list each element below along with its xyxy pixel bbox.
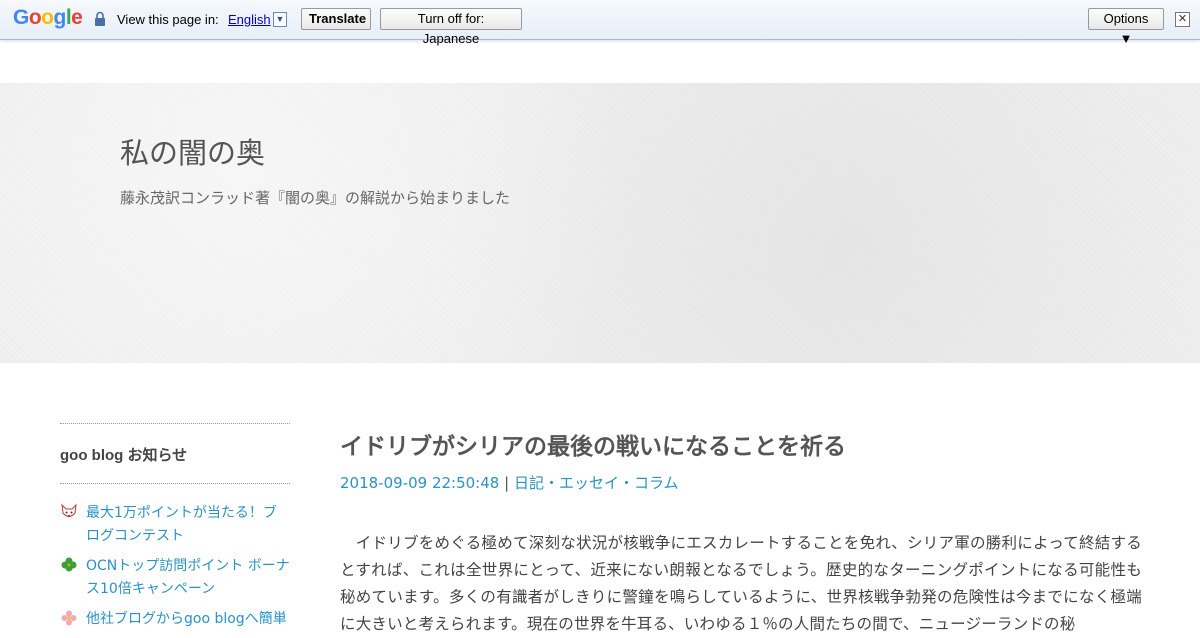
notice-list: 最大1万ポイントが当たる！ブログコンテスト OCNトップ訪問ポイント ボーナス1… bbox=[60, 502, 290, 631]
logo-letter: o bbox=[28, 6, 42, 29]
google-translate-bar: Google View this page in: English ▼ Tran… bbox=[0, 0, 1200, 46]
notice-link-ocn-campaign[interactable]: OCNトップ訪問ポイント ボーナス10倍キャンペーン bbox=[86, 558, 290, 597]
meta-separator: | bbox=[504, 474, 510, 492]
logo-letter: G bbox=[13, 6, 29, 29]
post-title[interactable]: イドリブがシリアの最後の戦いになることを祈る bbox=[340, 427, 1142, 461]
notice-link-blog-contest[interactable]: 最大1万ポイントが当たる！ブログコンテスト bbox=[86, 505, 277, 544]
view-page-label: View this page in: bbox=[117, 12, 219, 27]
logo-letter: o bbox=[41, 6, 54, 29]
blog-header: 私の闇の奥 藤永茂訳コンラッド著『闇の奥』の解説から始まりました bbox=[0, 83, 1200, 363]
lock-icon bbox=[95, 11, 105, 26]
turn-off-translation-button[interactable]: Turn off for: Japanese bbox=[380, 8, 522, 46]
post-category-link[interactable]: 日記・エッセイ・コラム bbox=[514, 474, 679, 492]
blog-description: 藤永茂訳コンラッド著『闇の奥』の解説から始まりました bbox=[120, 189, 511, 207]
close-translate-bar-icon[interactable]: ✕ bbox=[1175, 12, 1190, 27]
post-date-link[interactable]: 2018-09-09 22:50:48 bbox=[340, 474, 499, 492]
post-meta: 2018-09-09 22:50:48 | 日記・エッセイ・コラム bbox=[340, 472, 1142, 493]
sidebar-heading: goo blog お知らせ bbox=[60, 447, 188, 464]
sidebar-divider bbox=[60, 483, 290, 484]
list-item: 最大1万ポイントが当たる！ブログコンテスト bbox=[60, 502, 290, 548]
logo-letter: g bbox=[53, 6, 67, 29]
flower-icon bbox=[61, 610, 77, 626]
list-item: OCNトップ訪問ポイント ボーナス10倍キャンペーン bbox=[60, 555, 290, 601]
clover-icon bbox=[61, 557, 77, 572]
options-button[interactable]: Options ▼ bbox=[1088, 8, 1164, 46]
google-logo: Google bbox=[13, 6, 83, 30]
list-item: 他社ブログからgoo blogへ簡単 bbox=[60, 608, 290, 631]
notice-link-blog-migration[interactable]: 他社ブログからgoo blogへ簡単 bbox=[86, 611, 287, 627]
language-dropdown-arrow-icon[interactable]: ▼ bbox=[273, 12, 287, 27]
fox-icon bbox=[61, 503, 77, 517]
blog-title[interactable]: 私の闇の奥 bbox=[120, 130, 265, 172]
blog-post: イドリブがシリアの最後の戦いになることを祈る 2018-09-09 22:50:… bbox=[340, 427, 1142, 638]
post-body: イドリブをめぐる極めて深刻な状況が核戦争にエスカレートすることを免れ、シリア軍の… bbox=[340, 534, 1142, 633]
language-select-link[interactable]: English bbox=[228, 12, 271, 27]
translate-button[interactable]: Translate bbox=[301, 8, 371, 30]
logo-letter: e bbox=[71, 6, 83, 29]
sidebar: goo blog お知らせ 最大1万ポイントが当たる！ブログコンテスト OCNト… bbox=[60, 423, 290, 638]
